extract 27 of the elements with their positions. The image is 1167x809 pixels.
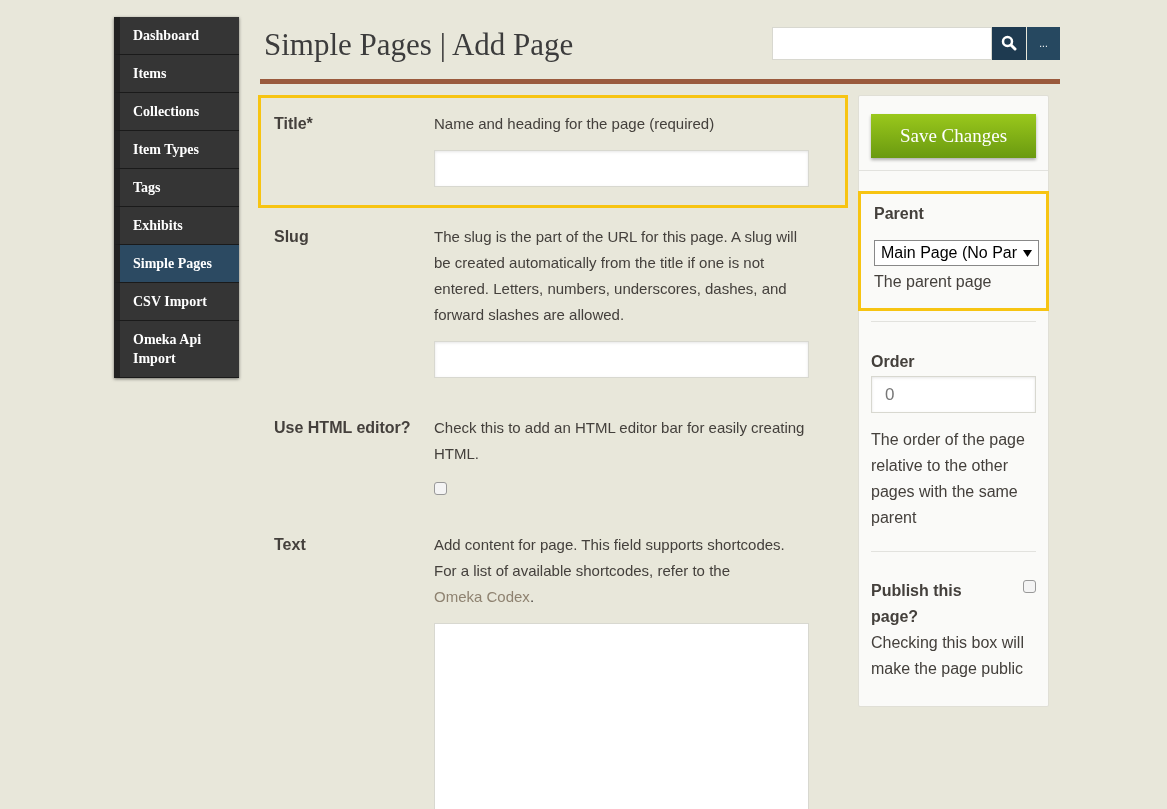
order-hint: The order of the page relative to the other pages with the same parent [871,430,1026,528]
order-label: Order [871,352,916,372]
parent-label: Parent [874,204,925,224]
field-label: Text [274,535,307,555]
sidebar-item[interactable]: Omeka Api Import [114,321,239,378]
field-description: Check this to add an HTML editor bar for easily creating HTML. [434,418,806,464]
sidebar-item[interactable]: Tags [114,169,239,207]
parent-select[interactable]: Main Page (No Par [874,240,1039,266]
sidebar-item[interactable]: Collections [114,93,239,131]
sidebar-item[interactable]: Items [114,55,239,93]
parent-hint: The parent page [874,272,993,292]
sidebar-item[interactable]: Simple Pages [114,245,239,283]
advanced-search-button[interactable]: ... [1027,26,1060,60]
sidebar-item[interactable]: CSV Import [114,283,239,321]
page-title: Simple Pages | Add Page [264,25,574,64]
field-description: The slug is the part of the URL for this page. A slug will be created automatically from the title if one is not entered. Letters, numbers, underscores, dashes, and forward slashes are allowed. [434,227,798,325]
field-description: Add content for page. This field supports shortcodes. For a list of available shortcodes, refer to the Omeka Codex. [434,535,786,607]
field-label: Use HTML editor? [274,418,412,438]
order-field[interactable]: 0 [871,376,1036,413]
publish-hint: Checking this box will make the page public [871,633,1025,679]
publish-label: Publish this page? [871,581,963,627]
sidebar-item[interactable]: Dashboard [114,17,239,55]
field-description: Name and heading for the page (required) [434,114,716,134]
sidebar-item[interactable]: Exhibits [114,207,239,245]
field-label: Title* [274,114,314,134]
sidebar-item[interactable]: Item Types [114,131,239,169]
field-label: Slug [274,227,310,247]
